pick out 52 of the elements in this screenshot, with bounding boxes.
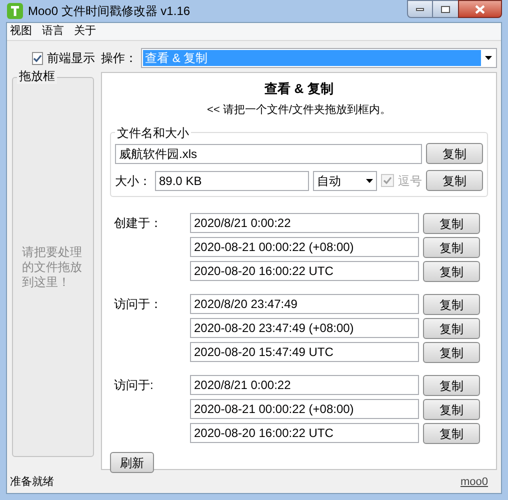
- checkmark-icon: [383, 176, 392, 185]
- menu-item[interactable]: 关于: [74, 23, 96, 40]
- timestamp-field[interactable]: 2020-08-20 15:47:49 UTC: [190, 342, 419, 362]
- unit-dropdown[interactable]: 自动: [313, 170, 377, 190]
- moo0-link[interactable]: moo0: [460, 474, 488, 490]
- timestamp-field[interactable]: 2020-08-21 00:00:22 (+08:00): [190, 237, 419, 257]
- time-label: 访问于：: [113, 296, 163, 313]
- maximize-button[interactable]: [433, 0, 458, 18]
- drop-box-title: 拖放框: [17, 69, 57, 84]
- file-group-title: 文件名和大小: [115, 124, 191, 142]
- drop-hint: 请把要处理的文件拖放到这里！: [22, 244, 83, 290]
- checkbox-label: 逗号: [398, 172, 422, 190]
- window-title: Moo0 文件时间戳修改器 v1.16: [28, 3, 190, 20]
- dropdown-arrow-icon: [485, 56, 492, 60]
- copy-button[interactable]: 复制: [423, 261, 480, 282]
- timestamp-field[interactable]: 2020-08-20 23:47:49 (+08:00): [190, 318, 419, 338]
- app-logo-icon: [7, 3, 23, 19]
- menu-item[interactable]: 视图: [10, 23, 32, 40]
- panel-title: 查看 & 复制: [264, 80, 334, 98]
- copy-button[interactable]: 复制: [423, 423, 480, 444]
- copy-button[interactable]: 复制: [423, 294, 480, 315]
- timestamp-field[interactable]: 2020-08-21 00:00:22 (+08:00): [190, 399, 419, 419]
- timestamp-field[interactable]: 2020-08-20 16:00:22 UTC: [190, 423, 419, 443]
- minimize-button[interactable]: [407, 0, 433, 18]
- timestamp-field[interactable]: 2020/8/20 23:47:49: [190, 294, 419, 314]
- copy-button[interactable]: 复制: [423, 237, 480, 258]
- operation-label: 操作：: [101, 50, 137, 67]
- checkbox[interactable]: [32, 52, 43, 64]
- time-label: 访问于:: [113, 377, 154, 394]
- dropdown-arrow-icon: [366, 178, 373, 182]
- close-icon: [475, 4, 485, 14]
- status-text: 准备就绪: [10, 474, 54, 490]
- filename-field[interactable]: 威航软件园.xls: [115, 144, 422, 164]
- refresh-button[interactable]: 刷新: [110, 452, 154, 473]
- panel-subtitle: << 请把一个文件/文件夹拖放到框内。: [206, 102, 392, 118]
- checkbox-label: 前端显示: [47, 50, 95, 67]
- size-label: 大小：: [115, 172, 151, 190]
- copy-button[interactable]: 复制: [423, 342, 480, 363]
- menu-item[interactable]: 语言: [42, 23, 64, 40]
- timestamp-field[interactable]: 2020/8/21 0:00:22: [190, 375, 419, 395]
- copy-button[interactable]: 复制: [423, 318, 480, 339]
- close-button[interactable]: [458, 0, 502, 18]
- size-field[interactable]: 89.0 KB: [155, 170, 309, 190]
- copy-button[interactable]: 复制: [423, 399, 480, 420]
- checkmark-icon: [33, 54, 42, 62]
- timestamp-field[interactable]: 2020-08-20 16:00:22 UTC: [190, 261, 419, 281]
- copy-button[interactable]: 复制: [423, 213, 480, 234]
- copy-button[interactable]: 复制: [426, 170, 483, 191]
- copy-button[interactable]: 复制: [423, 375, 480, 396]
- copy-button[interactable]: 复制: [426, 143, 483, 164]
- time-label: 创建于：: [113, 215, 163, 232]
- timestamp-field[interactable]: 2020/8/21 0:00:22: [190, 213, 419, 233]
